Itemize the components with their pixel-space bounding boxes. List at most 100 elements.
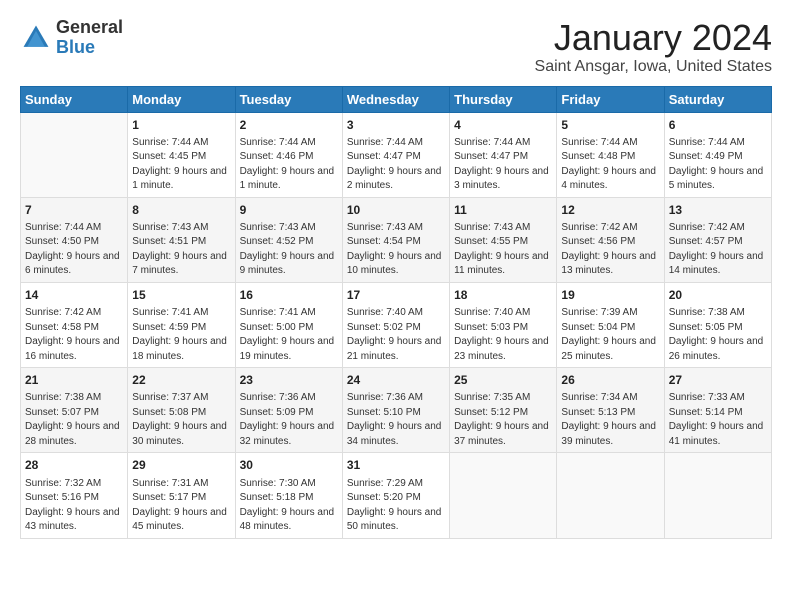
cell-content: Sunrise: 7:41 AMSunset: 4:59 PMDaylight:… bbox=[132, 307, 227, 362]
calendar-cell: 7 Sunrise: 7:44 AMSunset: 4:50 PMDaylight… bbox=[21, 197, 128, 282]
header-day-saturday: Saturday bbox=[664, 86, 771, 112]
calendar-cell: 20 Sunrise: 7:38 AMSunset: 5:05 PMDayligh… bbox=[664, 282, 771, 367]
calendar-week-row: 21 Sunrise: 7:38 AMSunset: 5:07 PMDayligh… bbox=[21, 368, 772, 453]
cell-content: Sunrise: 7:43 AMSunset: 4:51 PMDaylight:… bbox=[132, 222, 227, 277]
day-number: 23 bbox=[240, 372, 338, 388]
day-number: 14 bbox=[25, 287, 123, 303]
cell-content: Sunrise: 7:44 AMSunset: 4:50 PMDaylight:… bbox=[25, 222, 120, 277]
calendar-cell: 9Sunrise: 7:43 AMSunset: 4:52 PMDaylight… bbox=[235, 197, 342, 282]
calendar-cell: 11Sunrise: 7:43 AMSunset: 4:55 PMDayligh… bbox=[450, 197, 557, 282]
calendar-cell: 31Sunrise: 7:29 AMSunset: 5:20 PMDayligh… bbox=[342, 453, 449, 538]
calendar-cell: 10 Sunrise: 7:43 AMSunset: 4:54 PMDayligh… bbox=[342, 197, 449, 282]
calendar-cell: 13 Sunrise: 7:42 AMSunset: 4:57 PMDayligh… bbox=[664, 197, 771, 282]
cell-content: Sunrise: 7:35 AMSunset: 5:12 PMDaylight:… bbox=[454, 392, 549, 447]
title-block: January 2024 Saint Ansgar, Iowa, United … bbox=[535, 18, 772, 76]
cell-content: Sunrise: 7:36 AMSunset: 5:09 PMDaylight:… bbox=[240, 392, 335, 447]
calendar-table: SundayMondayTuesdayWednesdayThursdayFrid… bbox=[20, 86, 772, 539]
calendar-cell: 30Sunrise: 7:30 AMSunset: 5:18 PMDayligh… bbox=[235, 453, 342, 538]
calendar-cell: 16Sunrise: 7:41 AMSunset: 5:00 PMDayligh… bbox=[235, 282, 342, 367]
calendar-cell: 18Sunrise: 7:40 AMSunset: 5:03 PMDayligh… bbox=[450, 282, 557, 367]
calendar-cell bbox=[450, 453, 557, 538]
day-number: 27 bbox=[669, 372, 767, 388]
logo-general-text: General bbox=[56, 18, 123, 38]
cell-content: Sunrise: 7:44 AMSunset: 4:46 PMDaylight:… bbox=[240, 137, 335, 192]
calendar-cell: 22Sunrise: 7:37 AMSunset: 5:08 PMDayligh… bbox=[128, 368, 235, 453]
cell-content: Sunrise: 7:44 AMSunset: 4:45 PMDaylight:… bbox=[132, 137, 227, 192]
header-day-tuesday: Tuesday bbox=[235, 86, 342, 112]
header-day-sunday: Sunday bbox=[21, 86, 128, 112]
subtitle: Saint Ansgar, Iowa, United States bbox=[535, 58, 772, 76]
calendar-cell bbox=[557, 453, 664, 538]
cell-content: Sunrise: 7:44 AMSunset: 4:49 PMDaylight:… bbox=[669, 137, 764, 192]
calendar-cell: 26 Sunrise: 7:34 AMSunset: 5:13 PMDayligh… bbox=[557, 368, 664, 453]
header-day-monday: Monday bbox=[128, 86, 235, 112]
cell-content: Sunrise: 7:42 AMSunset: 4:57 PMDaylight:… bbox=[669, 222, 764, 277]
cell-content: Sunrise: 7:38 AMSunset: 5:07 PMDaylight:… bbox=[25, 392, 120, 447]
day-number: 12 bbox=[561, 202, 659, 218]
day-number: 4 bbox=[454, 117, 552, 133]
logo-blue-text: Blue bbox=[56, 38, 123, 58]
calendar-cell bbox=[21, 112, 128, 197]
day-number: 7 bbox=[25, 202, 123, 218]
cell-content: Sunrise: 7:37 AMSunset: 5:08 PMDaylight:… bbox=[132, 392, 227, 447]
cell-content: Sunrise: 7:32 AMSunset: 5:16 PMDaylight:… bbox=[25, 478, 120, 533]
page: General Blue January 2024 Saint Ansgar, … bbox=[0, 0, 792, 549]
calendar-week-row: 1Sunrise: 7:44 AMSunset: 4:45 PMDaylight… bbox=[21, 112, 772, 197]
day-number: 10 bbox=[347, 202, 445, 218]
day-number: 25 bbox=[454, 372, 552, 388]
cell-content: Sunrise: 7:38 AMSunset: 5:05 PMDaylight:… bbox=[669, 307, 764, 362]
day-number: 6 bbox=[669, 117, 767, 133]
calendar-cell: 19 Sunrise: 7:39 AMSunset: 5:04 PMDayligh… bbox=[557, 282, 664, 367]
calendar-week-row: 28 Sunrise: 7:32 AMSunset: 5:16 PMDayligh… bbox=[21, 453, 772, 538]
calendar-week-row: 14 Sunrise: 7:42 AMSunset: 4:58 PMDayligh… bbox=[21, 282, 772, 367]
day-number: 3 bbox=[347, 117, 445, 133]
cell-content: Sunrise: 7:34 AMSunset: 5:13 PMDaylight:… bbox=[561, 392, 656, 447]
day-number: 18 bbox=[454, 287, 552, 303]
cell-content: Sunrise: 7:39 AMSunset: 5:04 PMDaylight:… bbox=[561, 307, 656, 362]
day-number: 17 bbox=[347, 287, 445, 303]
cell-content: Sunrise: 7:43 AMSunset: 4:55 PMDaylight:… bbox=[454, 222, 549, 277]
day-number: 29 bbox=[132, 457, 230, 473]
cell-content: Sunrise: 7:42 AMSunset: 4:56 PMDaylight:… bbox=[561, 222, 656, 277]
calendar-cell: 2Sunrise: 7:44 AMSunset: 4:46 PMDaylight… bbox=[235, 112, 342, 197]
day-number: 24 bbox=[347, 372, 445, 388]
calendar-cell: 24Sunrise: 7:36 AMSunset: 5:10 PMDayligh… bbox=[342, 368, 449, 453]
calendar-cell: 21 Sunrise: 7:38 AMSunset: 5:07 PMDayligh… bbox=[21, 368, 128, 453]
main-title: January 2024 bbox=[535, 18, 772, 58]
header: General Blue January 2024 Saint Ansgar, … bbox=[20, 18, 772, 76]
logo: General Blue bbox=[20, 18, 123, 58]
calendar-cell: 15Sunrise: 7:41 AMSunset: 4:59 PMDayligh… bbox=[128, 282, 235, 367]
day-number: 26 bbox=[561, 372, 659, 388]
cell-content: Sunrise: 7:44 AMSunset: 4:47 PMDaylight:… bbox=[347, 137, 442, 192]
cell-content: Sunrise: 7:43 AMSunset: 4:54 PMDaylight:… bbox=[347, 222, 442, 277]
cell-content: Sunrise: 7:42 AMSunset: 4:58 PMDaylight:… bbox=[25, 307, 120, 362]
calendar-cell: 27 Sunrise: 7:33 AMSunset: 5:14 PMDayligh… bbox=[664, 368, 771, 453]
cell-content: Sunrise: 7:29 AMSunset: 5:20 PMDaylight:… bbox=[347, 478, 442, 533]
logo-icon bbox=[20, 22, 52, 54]
day-number: 19 bbox=[561, 287, 659, 303]
cell-content: Sunrise: 7:44 AMSunset: 4:47 PMDaylight:… bbox=[454, 137, 549, 192]
calendar-cell bbox=[664, 453, 771, 538]
day-number: 8 bbox=[132, 202, 230, 218]
calendar-cell: 23 Sunrise: 7:36 AMSunset: 5:09 PMDayligh… bbox=[235, 368, 342, 453]
cell-content: Sunrise: 7:33 AMSunset: 5:14 PMDaylight:… bbox=[669, 392, 764, 447]
calendar-cell: 3 Sunrise: 7:44 AMSunset: 4:47 PMDaylight… bbox=[342, 112, 449, 197]
day-number: 20 bbox=[669, 287, 767, 303]
day-number: 13 bbox=[669, 202, 767, 218]
calendar-cell: 29 Sunrise: 7:31 AMSunset: 5:17 PMDayligh… bbox=[128, 453, 235, 538]
cell-content: Sunrise: 7:31 AMSunset: 5:17 PMDaylight:… bbox=[132, 478, 227, 533]
calendar-cell: 28 Sunrise: 7:32 AMSunset: 5:16 PMDayligh… bbox=[21, 453, 128, 538]
day-number: 28 bbox=[25, 457, 123, 473]
cell-content: Sunrise: 7:43 AMSunset: 4:52 PMDaylight:… bbox=[240, 222, 335, 277]
cell-content: Sunrise: 7:40 AMSunset: 5:02 PMDaylight:… bbox=[347, 307, 442, 362]
calendar-cell: 5 Sunrise: 7:44 AMSunset: 4:48 PMDaylight… bbox=[557, 112, 664, 197]
calendar-cell: 8 Sunrise: 7:43 AMSunset: 4:51 PMDaylight… bbox=[128, 197, 235, 282]
cell-content: Sunrise: 7:44 AMSunset: 4:48 PMDaylight:… bbox=[561, 137, 656, 192]
day-number: 5 bbox=[561, 117, 659, 133]
calendar-week-row: 7 Sunrise: 7:44 AMSunset: 4:50 PMDaylight… bbox=[21, 197, 772, 282]
calendar-cell: 1Sunrise: 7:44 AMSunset: 4:45 PMDaylight… bbox=[128, 112, 235, 197]
calendar-cell: 17 Sunrise: 7:40 AMSunset: 5:02 PMDayligh… bbox=[342, 282, 449, 367]
day-number: 21 bbox=[25, 372, 123, 388]
cell-content: Sunrise: 7:41 AMSunset: 5:00 PMDaylight:… bbox=[240, 307, 335, 362]
calendar-cell: 4 Sunrise: 7:44 AMSunset: 4:47 PMDaylight… bbox=[450, 112, 557, 197]
